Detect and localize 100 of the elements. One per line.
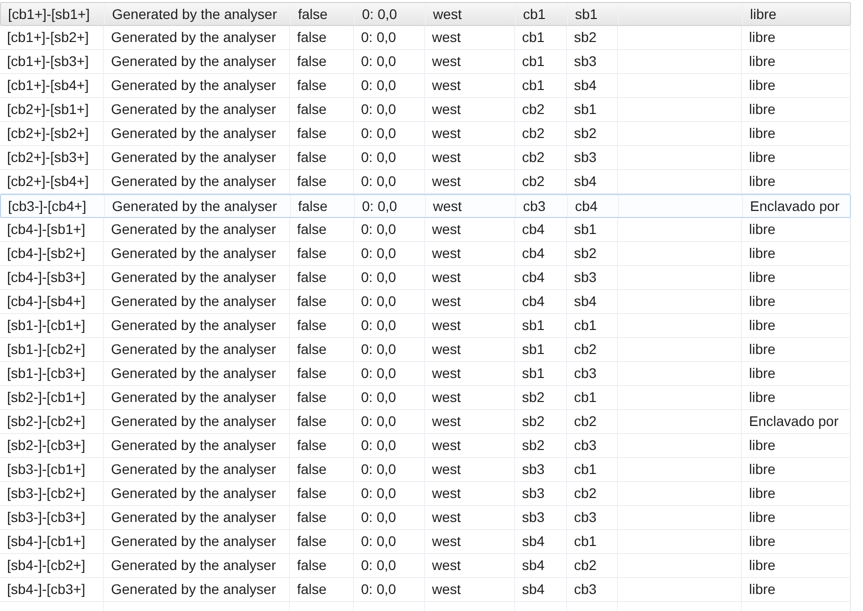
table-cell: Generated by the analyser bbox=[104, 386, 290, 409]
table-row[interactable]: [cb4-]-[sb2+] Generated by the analyser false 0: 0,0 west cb4 sb2 libre bbox=[0, 242, 851, 266]
table-cell: west bbox=[425, 386, 515, 409]
table-cell: [sb2-]-[cb2+] bbox=[0, 410, 104, 433]
table-cell: sb3 bbox=[515, 458, 567, 481]
table-cell: false bbox=[291, 3, 355, 25]
table-row[interactable]: [cb1+]-[sb3+] Generated by the analyser false 0: 0,0 west cb1 sb3 libre bbox=[0, 50, 851, 74]
table-cell: libre bbox=[742, 146, 851, 169]
table-cell: cb1 bbox=[516, 3, 568, 25]
table-row[interactable]: [cb3-]-[cb4+] Generated by the analyser false 0: 0,0 west cb3 cb4 Enclavado por bbox=[0, 194, 851, 218]
table-cell: cb3 bbox=[567, 578, 618, 601]
table-row[interactable]: [sb4-]-[cb2+] Generated by the analyser false 0: 0,0 west sb4 cb2 libre bbox=[0, 554, 851, 578]
table-cell: sb2 bbox=[515, 434, 567, 457]
table-row[interactable]: [sb2-]-[cb3+] Generated by the analyser false 0: 0,0 west sb2 cb3 libre bbox=[0, 434, 851, 458]
table-cell: 0: 0,0 bbox=[354, 482, 425, 505]
table-cell: Generated by the analyser bbox=[104, 530, 290, 553]
table-cell: 0: 0,0 bbox=[354, 74, 425, 97]
table-row[interactable]: [sb2-]-[cb2+] Generated by the analyser false 0: 0,0 west sb2 cb2 Enclavado por bbox=[0, 410, 851, 434]
table-row[interactable]: [cb2+]-[sb3+] Generated by the analyser false 0: 0,0 west cb2 sb3 libre bbox=[0, 146, 851, 170]
table-cell: [cb4-]-[sb3+] bbox=[0, 266, 104, 289]
table-cell: Enclavado por bbox=[743, 195, 851, 217]
table-row[interactable]: [sb3-]-[cb1+] Generated by the analyser false 0: 0,0 west sb3 cb1 libre bbox=[0, 458, 851, 482]
table-cell: Generated by the analyser bbox=[105, 3, 291, 25]
table-cell: libre bbox=[742, 434, 851, 457]
table-cell: libre bbox=[742, 386, 851, 409]
table-cell: west bbox=[425, 146, 515, 169]
table-cell: cb1 bbox=[567, 458, 618, 481]
table-cell: 0: 0,0 bbox=[354, 506, 425, 529]
table-row[interactable]: [sb3-]-[cb2+] Generated by the analyser false 0: 0,0 west sb3 cb2 libre bbox=[0, 482, 851, 506]
table-row[interactable]: [cb1+]-[sb1+] Generated by the analyser false 0: 0,0 west cb1 sb1 libre bbox=[0, 2, 851, 26]
table-cell: [sb2-]-[cb3+] bbox=[0, 434, 104, 457]
table-row[interactable]: [cb1+]-[sb2+] Generated by the analyser false 0: 0,0 west cb1 sb2 libre bbox=[0, 26, 851, 50]
table-row[interactable]: [cb1+]-[sb4+] Generated by the analyser false 0: 0,0 west cb1 sb4 libre bbox=[0, 74, 851, 98]
table-cell: cb3 bbox=[516, 195, 568, 217]
table-cell: libre bbox=[742, 482, 851, 505]
table-cell: libre bbox=[742, 74, 851, 97]
table-cell: cb4 bbox=[515, 218, 567, 241]
table-cell: cb3 bbox=[567, 362, 618, 385]
table-cell: false bbox=[290, 410, 354, 433]
table-cell: libre bbox=[742, 98, 851, 121]
table-cell: false bbox=[290, 50, 354, 73]
table-cell: sb4 bbox=[515, 554, 567, 577]
table-row[interactable]: [sb1-]-[cb3+] Generated by the analyser false 0: 0,0 west sb1 cb3 libre bbox=[0, 362, 851, 386]
table-cell: libre bbox=[742, 242, 851, 265]
table-row[interactable]: [cb4-]-[sb3+] Generated by the analyser false 0: 0,0 west cb4 sb3 libre bbox=[0, 266, 851, 290]
table-cell: libre bbox=[742, 50, 851, 73]
table-cell: 0: 0,0 bbox=[354, 362, 425, 385]
table-row[interactable]: [cb4-]-[sb4+] Generated by the analyser false 0: 0,0 west cb4 sb4 libre bbox=[0, 290, 851, 314]
table-cell: [cb1+]-[sb1+] bbox=[1, 3, 105, 25]
table-cell: libre bbox=[742, 362, 851, 385]
table-row[interactable]: [cb2+]-[sb1+] Generated by the analyser false 0: 0,0 west cb2 sb1 libre bbox=[0, 98, 851, 122]
table-cell: cb2 bbox=[515, 98, 567, 121]
table-row[interactable]: [cb2+]-[sb2+] Generated by the analyser false 0: 0,0 west cb2 sb2 libre bbox=[0, 122, 851, 146]
table-cell: west bbox=[425, 74, 515, 97]
table-cell: false bbox=[290, 146, 354, 169]
table-cell: cb2 bbox=[567, 482, 618, 505]
table-cell: 0: 0,0 bbox=[354, 434, 425, 457]
table-cell: false bbox=[290, 458, 354, 481]
table-cell: libre bbox=[742, 314, 851, 337]
table-cell: sb3 bbox=[567, 266, 618, 289]
table-cell: cb1 bbox=[567, 530, 618, 553]
table-cell: west bbox=[425, 290, 515, 313]
table-cell: Generated by the analyser bbox=[104, 482, 290, 505]
table-cell: false bbox=[290, 362, 354, 385]
table-cell: Generated by the analyser bbox=[104, 290, 290, 313]
table-cell: libre bbox=[742, 458, 851, 481]
table-cell: libre bbox=[742, 26, 851, 49]
table-row[interactable]: [sb4-]-[cb1+] Generated by the analyser false 0: 0,0 west sb4 cb1 libre bbox=[0, 530, 851, 554]
table-cell: west bbox=[425, 482, 515, 505]
table-cell: sb3 bbox=[515, 506, 567, 529]
table-cell: sb1 bbox=[515, 314, 567, 337]
table-cell: sb2 bbox=[567, 242, 618, 265]
table-row[interactable]: [sb4-]-[cb3+] Generated by the analyser false 0: 0,0 west sb4 cb3 libre bbox=[0, 578, 851, 602]
table-cell: west bbox=[425, 458, 515, 481]
table-cell: west bbox=[425, 554, 515, 577]
table-cell: 0: 0,0 bbox=[354, 554, 425, 577]
table-row[interactable]: [cb4-]-[sb1+] Generated by the analyser false 0: 0,0 west cb4 sb1 libre bbox=[0, 218, 851, 242]
table-cell: false bbox=[290, 170, 354, 193]
table-cell: west bbox=[426, 195, 516, 217]
table-row[interactable]: [sb2-]-[cb1+] Generated by the analyser false 0: 0,0 west sb2 cb1 libre bbox=[0, 386, 851, 410]
table-cell: cb2 bbox=[515, 146, 567, 169]
table-cell: [cb3-]-[cb4+] bbox=[1, 195, 105, 217]
table-row[interactable]: [sb1-]-[cb2+] Generated by the analyser false 0: 0,0 west sb1 cb2 libre bbox=[0, 338, 851, 362]
table-cell: libre bbox=[742, 554, 851, 577]
table-row[interactable]: [sb3-]-[cb3+] Generated by the analyser false 0: 0,0 west sb3 cb3 libre bbox=[0, 506, 851, 530]
table-cell: [cb4-]-[sb4+] bbox=[0, 290, 104, 313]
table-cell: [sb1-]-[cb1+] bbox=[0, 314, 104, 337]
table-cell: sb1 bbox=[568, 3, 619, 25]
table-cell: [sb1-]-[cb3+] bbox=[0, 362, 104, 385]
table-cell: west bbox=[425, 50, 515, 73]
table-cell: 0: 0,0 bbox=[354, 242, 425, 265]
table-cell: west bbox=[425, 170, 515, 193]
table-cell: 0: 0,0 bbox=[354, 50, 425, 73]
table-cell: sb1 bbox=[567, 218, 618, 241]
table-cell: libre bbox=[742, 218, 851, 241]
table-cell: cb2 bbox=[567, 338, 618, 361]
table-cell: libre bbox=[742, 266, 851, 289]
table-cell: libre bbox=[742, 506, 851, 529]
table-cell: Generated by the analyser bbox=[104, 410, 290, 433]
table-row[interactable]: [sb1-]-[cb1+] Generated by the analyser false 0: 0,0 west sb1 cb1 libre bbox=[0, 314, 851, 338]
